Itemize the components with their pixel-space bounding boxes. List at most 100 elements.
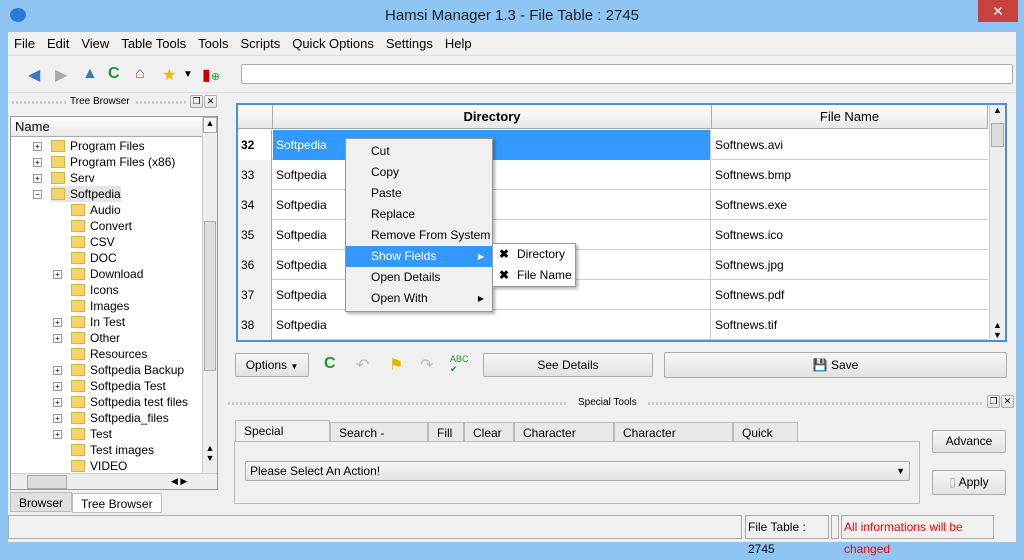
tree-item[interactable]: Softpedia Backup	[71, 362, 184, 378]
options-button[interactable]: Options ▼	[235, 353, 309, 377]
tree-item[interactable]: Resources	[71, 346, 147, 362]
cell-file-name[interactable]: Softnews.pdf	[712, 280, 988, 310]
expand-toggle[interactable]: +	[33, 158, 42, 167]
expand-toggle[interactable]: +	[53, 382, 62, 391]
tab-character-encoding[interactable]: Character Encoding	[614, 422, 733, 460]
home-icon[interactable]: ⌂	[135, 65, 145, 83]
expand-toggle[interactable]: +	[53, 318, 62, 327]
expand-toggle[interactable]: +	[53, 398, 62, 407]
menu-tools[interactable]: Tools	[192, 36, 234, 51]
close-window-button[interactable]: ✕	[978, 0, 1018, 22]
tree-item[interactable]: Softpedia test files	[71, 394, 188, 410]
cell-directory[interactable]: Softpedia	[273, 310, 711, 340]
tree-vscrollbar[interactable]: ▲ ▲ ▼	[202, 117, 217, 473]
tab-search-replace[interactable]: Search - Replace	[330, 422, 428, 460]
tree-item[interactable]: Images	[71, 298, 129, 314]
forward-arrow-icon[interactable]: ▶	[55, 65, 67, 85]
tree-header-name[interactable]: Name	[11, 117, 217, 137]
advance-button[interactable]: Advance	[932, 430, 1006, 453]
refresh-icon[interactable]: C	[108, 65, 120, 83]
menu-item-paste[interactable]: Paste	[346, 183, 492, 204]
row-number[interactable]: 37	[238, 280, 272, 310]
menu-settings[interactable]: Settings	[380, 36, 439, 51]
menu-quick-options[interactable]: Quick Options	[286, 36, 380, 51]
apply-button[interactable]: ▯ Apply	[932, 470, 1006, 495]
expand-toggle[interactable]: +	[53, 270, 62, 279]
up-arrow-icon[interactable]: ▲	[82, 65, 98, 83]
menu-help[interactable]: Help	[439, 36, 478, 51]
tree-item[interactable]: Icons	[71, 282, 119, 298]
expand-toggle[interactable]: +	[33, 142, 42, 151]
cell-file-name[interactable]: Softnews.tif	[712, 310, 988, 340]
tab-browser[interactable]: Browser	[10, 492, 73, 512]
cell-file-name[interactable]: Softnews.jpg	[712, 250, 988, 280]
float-panel-button[interactable]: ❐	[190, 95, 203, 108]
menu-item-replace[interactable]: Replace	[346, 204, 492, 225]
menu-item-copy[interactable]: Copy	[346, 162, 492, 183]
tree-item[interactable]: Test images	[71, 442, 154, 458]
refresh-icon[interactable]: C	[324, 355, 336, 373]
expand-toggle[interactable]: −	[33, 190, 42, 199]
submenu-item-directory[interactable]: ✖ Directory	[493, 244, 575, 265]
column-header-directory[interactable]: Directory	[273, 105, 712, 129]
submenu-item-file-name[interactable]: ✖ File Name	[493, 265, 575, 286]
star-icon[interactable]: ★	[162, 65, 176, 85]
row-number[interactable]: 32	[238, 130, 272, 160]
menu-item-cut[interactable]: Cut	[346, 141, 492, 162]
row-number[interactable]: 33	[238, 160, 272, 190]
redo-icon[interactable]: ↷	[420, 355, 433, 375]
see-details-button[interactable]: See Details	[483, 353, 653, 377]
tree-item[interactable]: Audio	[71, 202, 121, 218]
menu-item-remove-from-system[interactable]: Remove From System	[346, 225, 492, 246]
menu-item-open-with[interactable]: Open With ▶	[346, 288, 492, 309]
tab-fill[interactable]: Fill	[428, 422, 464, 442]
expand-toggle[interactable]: +	[53, 414, 62, 423]
tree-item[interactable]: Softpedia_files	[71, 410, 169, 426]
menu-edit[interactable]: Edit	[41, 36, 75, 51]
menu-item-show-fields[interactable]: Show Fields ▶	[346, 246, 492, 267]
tab-tree-browser[interactable]: Tree Browser	[72, 493, 162, 513]
tab-clear[interactable]: Clear	[464, 422, 514, 442]
tree-item[interactable]: Convert	[71, 218, 132, 234]
tree-item[interactable]: Softpedia	[51, 186, 121, 202]
tree-item[interactable]: VIDEO	[71, 458, 127, 474]
tree-item[interactable]: Program Files (x86)	[51, 154, 175, 170]
tree-item[interactable]: Test	[71, 426, 112, 442]
tree-item[interactable]: CSV	[71, 234, 115, 250]
tree-item[interactable]: Other	[71, 330, 120, 346]
row-number[interactable]: 36	[238, 250, 272, 280]
expand-toggle[interactable]: +	[53, 430, 62, 439]
tree-item[interactable]: Program Files	[51, 138, 145, 154]
column-header-file-name[interactable]: File Name	[712, 105, 988, 129]
address-input[interactable]	[241, 64, 1013, 84]
cell-file-name[interactable]: Softnews.ico	[712, 220, 988, 250]
save-button[interactable]: 💾 Save	[664, 352, 1007, 378]
close-panel-button[interactable]: ✕	[204, 95, 217, 108]
action-select[interactable]: Please Select An Action! ▼	[245, 461, 910, 481]
tree-hscrollbar[interactable]: ◀ ▶	[11, 473, 217, 489]
tab-quick-fill[interactable]: Quick Fill	[733, 422, 798, 460]
menu-file[interactable]: File	[8, 36, 41, 51]
tree-item[interactable]: In Test	[71, 314, 125, 330]
flag-icon[interactable]: ⚑	[389, 355, 403, 375]
menu-scripts[interactable]: Scripts	[234, 36, 286, 51]
chevron-down-icon[interactable]: ▼	[183, 69, 193, 80]
table-vscrollbar[interactable]: ▲ ▲ ▼	[989, 105, 1005, 340]
row-number[interactable]: 38	[238, 310, 272, 340]
cell-file-name[interactable]: Softnews.bmp	[712, 160, 988, 190]
cell-file-name[interactable]: Softnews.exe	[712, 190, 988, 220]
menu-item-open-details[interactable]: Open Details	[346, 267, 492, 288]
tree-item[interactable]: Softpedia Test	[71, 378, 166, 394]
tab-character-state[interactable]: Character State	[514, 422, 614, 460]
close-panel-button[interactable]: ✕	[1001, 395, 1014, 408]
tree-item[interactable]: Serv	[51, 170, 95, 186]
menu-table-tools[interactable]: Table Tools	[115, 36, 192, 51]
spellcheck-icon[interactable]: ABC ✔	[450, 354, 469, 375]
add-bookmark-icon[interactable]: ▮⊕	[202, 65, 220, 85]
row-number[interactable]: 34	[238, 190, 272, 220]
tree-item[interactable]: DOC	[71, 250, 117, 266]
back-arrow-icon[interactable]: ◀	[28, 65, 40, 85]
tree-item[interactable]: Download	[71, 266, 143, 282]
cell-file-name[interactable]: Softnews.avi	[712, 130, 988, 160]
table-row[interactable]: 38 Softpedia Softnews.tif	[238, 310, 988, 340]
